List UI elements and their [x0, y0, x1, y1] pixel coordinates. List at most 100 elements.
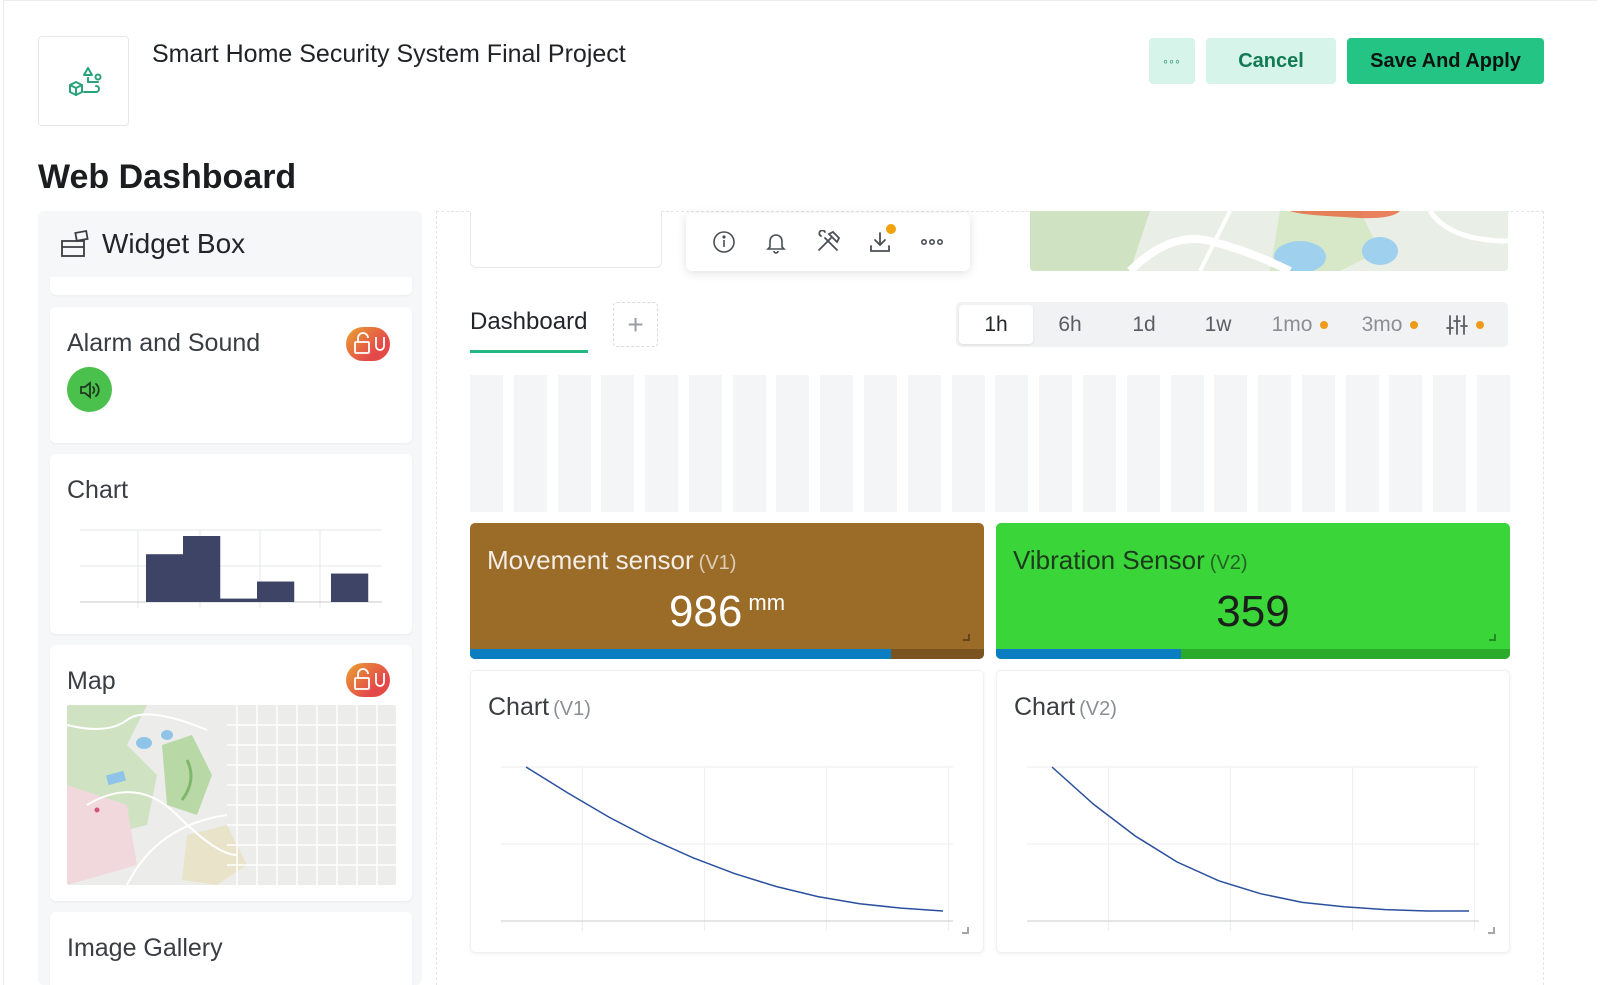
level-bar-fill	[996, 649, 1182, 659]
empty-slot	[557, 375, 591, 512]
widget-chart[interactable]: Chart	[50, 454, 412, 634]
line-chart	[1027, 766, 1479, 931]
empty-slot	[995, 375, 1029, 512]
preview-bar	[331, 573, 369, 602]
tools-icon[interactable]	[810, 224, 846, 260]
range-1mo[interactable]: 1mo	[1255, 305, 1345, 344]
more-icon[interactable]	[914, 224, 950, 260]
save-and-apply-button[interactable]: Save And Apply	[1347, 38, 1544, 84]
widget-box-title: Widget Box	[102, 228, 246, 259]
datastream-pin: (V2)	[1209, 552, 1248, 574]
range-1d[interactable]: 1d	[1107, 305, 1181, 344]
widget-box-panel[interactable]: Widget Box Alarm and Sound Chart Map Ima…	[38, 211, 422, 985]
lock-icon	[346, 663, 390, 697]
widget-box-icon	[61, 229, 89, 257]
empty-widget-slots	[470, 375, 1510, 512]
line-chart	[501, 766, 953, 931]
empty-slot	[1170, 375, 1204, 512]
dashboard-widget-partial[interactable]	[470, 211, 662, 268]
notification-dot	[886, 224, 896, 234]
widget-map[interactable]: Map	[50, 645, 412, 901]
empty-slot	[864, 375, 898, 512]
empty-slot	[1258, 375, 1292, 512]
resize-handle[interactable]	[1488, 927, 1495, 934]
more-button[interactable]: ◦◦◦	[1149, 38, 1195, 84]
premium-dot	[1410, 320, 1419, 329]
empty-slot	[776, 375, 810, 512]
widget-title: Image Gallery	[67, 934, 223, 962]
sliders-icon[interactable]	[1435, 305, 1495, 344]
movement-sensor-widget[interactable]: Movement sensor (V1) 986 mm	[470, 523, 984, 659]
map-preview-image	[67, 705, 396, 885]
widget-title: Map	[67, 667, 116, 695]
time-range-selector: 1h 6h 1d 1w 1mo 3mo	[956, 302, 1508, 347]
widget-title: Vibration Sensor (V2)	[1013, 545, 1248, 575]
chart-title: Chart (V1)	[488, 693, 591, 721]
empty-slot	[1476, 375, 1510, 512]
empty-slot	[1082, 375, 1116, 512]
datastream-pin: (V1)	[698, 552, 737, 574]
empty-slot	[907, 375, 941, 512]
premium-dot	[1476, 320, 1484, 329]
empty-slot	[645, 375, 679, 512]
range-3mo[interactable]: 3mo	[1345, 305, 1435, 344]
empty-slot	[688, 375, 722, 512]
widget-image-gallery[interactable]: Image Gallery	[50, 912, 412, 985]
empty-slot	[1301, 375, 1335, 512]
download-icon[interactable]	[862, 224, 898, 260]
tab-dashboard[interactable]: Dashboard	[470, 308, 587, 336]
page-title: Web Dashboard	[38, 158, 297, 196]
cancel-button[interactable]: Cancel	[1206, 38, 1336, 84]
widget-title: Alarm and Sound	[67, 329, 261, 357]
project-title: Smart Home Security System Final Project	[152, 40, 626, 68]
datastream-pin: (V1)	[553, 698, 591, 720]
range-6h[interactable]: 6h	[1033, 305, 1107, 344]
widget-title: Chart	[67, 476, 129, 504]
sensor-value: 359	[1216, 587, 1290, 636]
sensor-unit: mm	[748, 590, 786, 616]
empty-slot	[470, 375, 503, 512]
sensor-value: 986 mm	[668, 587, 786, 636]
empty-slot	[1345, 375, 1379, 512]
resize-handle[interactable]	[962, 927, 969, 934]
add-tab-button[interactable]: +	[613, 302, 658, 347]
preview-bar	[146, 554, 184, 602]
empty-slot	[1214, 375, 1248, 512]
level-bar-fill	[470, 649, 892, 659]
active-tab-indicator	[470, 350, 588, 353]
speaker-icon	[67, 367, 112, 412]
preview-bar	[220, 598, 258, 602]
empty-slot	[513, 375, 547, 512]
empty-slot	[1039, 375, 1073, 512]
empty-slot	[732, 375, 766, 512]
series-line	[525, 766, 944, 912]
chart-title: Chart (V2)	[1014, 693, 1117, 721]
range-1w[interactable]: 1w	[1181, 305, 1255, 344]
bell-icon[interactable]	[758, 224, 794, 260]
range-1h[interactable]: 1h	[959, 305, 1033, 344]
series-line	[1051, 766, 1469, 912]
widget-box-header: Widget Box	[38, 211, 422, 277]
resize-handle[interactable]	[963, 634, 970, 641]
map-widget-partial[interactable]	[1030, 211, 1508, 271]
empty-slot	[951, 375, 985, 512]
widget-toolbar	[686, 213, 970, 271]
premium-dot	[1320, 320, 1329, 329]
resize-handle[interactable]	[1489, 634, 1496, 641]
empty-slot	[1126, 375, 1160, 512]
empty-slot	[1433, 375, 1467, 512]
preview-bar	[183, 536, 221, 602]
empty-slot	[601, 375, 635, 512]
vibration-sensor-widget[interactable]: Vibration Sensor (V2) 359	[996, 523, 1510, 659]
project-logo	[38, 36, 129, 126]
chart-v2-widget[interactable]: Chart (V2)	[996, 670, 1510, 953]
info-icon[interactable]	[706, 224, 742, 260]
widget-title: Movement sensor (V1)	[487, 545, 737, 575]
lock-icon	[346, 327, 390, 361]
widget-alarm-and-sound[interactable]: Alarm and Sound	[50, 307, 412, 443]
chart-v1-widget[interactable]: Chart (V1)	[470, 670, 984, 953]
widget-chart-preview	[80, 529, 382, 608]
project-icon	[68, 67, 101, 96]
datastream-pin: (V2)	[1079, 698, 1117, 720]
empty-slot	[820, 375, 854, 512]
